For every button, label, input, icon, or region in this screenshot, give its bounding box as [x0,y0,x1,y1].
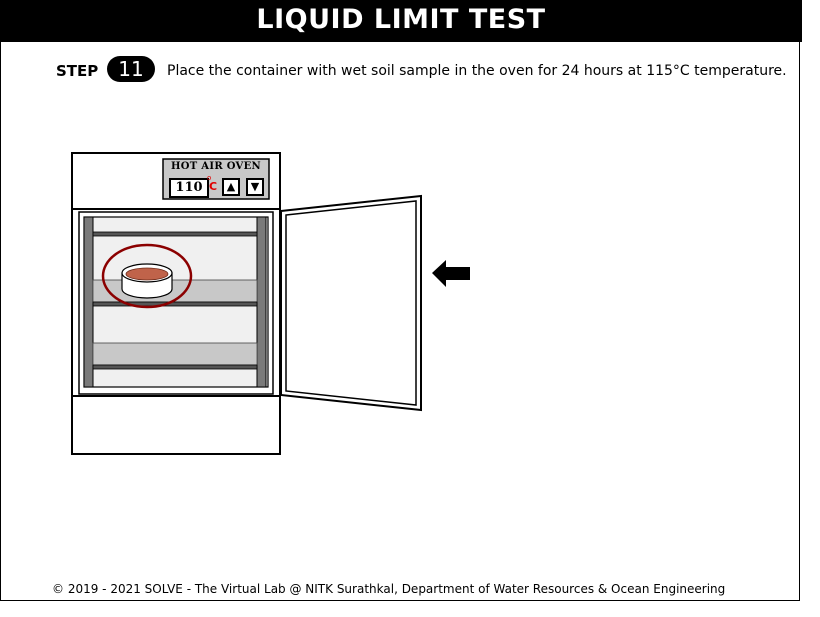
shelf-2 [92,301,258,307]
shelf-3 [92,364,258,370]
temperature-unit: C [209,180,218,193]
triangle-down-icon: ▼ [250,180,260,193]
temperature-display: 110 [169,178,209,198]
oven-base [71,395,281,455]
shelf-band-2 [92,342,258,366]
arrow-left-icon [432,260,470,287]
oven-door-inner [285,200,417,406]
triangle-up-icon: ▲ [226,180,236,193]
right-rail [256,216,267,388]
oven-panel-title: HOT AIR OVEN [171,161,261,172]
soil-container[interactable] [121,263,173,299]
footer-copyright: © 2019 - 2021 SOLVE - The Virtual Lab @ … [52,582,726,596]
temperature-down-button[interactable]: ▼ [246,178,264,196]
wet-soil-sample [125,267,169,281]
shelf-1 [92,231,258,237]
temperature-up-button[interactable]: ▲ [222,178,240,196]
oven-illustration [71,152,470,455]
left-rail [83,216,94,388]
